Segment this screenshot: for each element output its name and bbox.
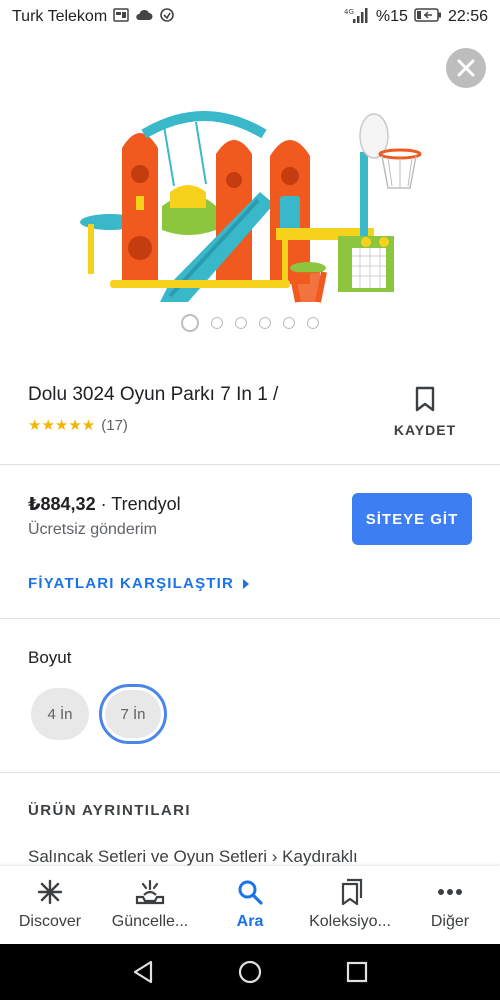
divider xyxy=(0,464,500,465)
nav-discover[interactable]: Discover xyxy=(0,866,100,944)
size-option-4[interactable]: 4 İn xyxy=(31,688,89,740)
image-carousel-dots[interactable] xyxy=(0,314,500,332)
product-rating[interactable]: ★★★★★ (17) xyxy=(28,416,128,435)
collections-icon xyxy=(337,878,363,906)
shipping-info: Ücretsiz gönderim xyxy=(28,521,157,538)
size-option-inner: 7 İn xyxy=(105,690,161,738)
carrier-name: Turk Telekom xyxy=(12,8,108,25)
divider xyxy=(0,618,500,619)
price-separator: · xyxy=(95,494,112,514)
recents-square-icon xyxy=(346,961,367,983)
close-button[interactable] xyxy=(446,48,486,88)
nav-updates[interactable]: Güncelle... xyxy=(100,866,200,944)
divider xyxy=(0,772,500,773)
clock: 22:56 xyxy=(447,8,488,25)
status-right: 4G %15 22:56 xyxy=(344,7,488,28)
sync-icon xyxy=(159,7,175,28)
product-details-heading: ÜRÜN AYRINTILARI xyxy=(28,802,191,819)
seller-name: Trendyol xyxy=(111,494,181,514)
battery-percent: %15 xyxy=(375,8,408,25)
home-circle-icon xyxy=(238,960,262,984)
recents-button[interactable] xyxy=(337,952,377,992)
nav-label: Ara xyxy=(236,913,264,930)
notification-icon xyxy=(113,7,129,27)
carousel-dot[interactable] xyxy=(259,317,271,329)
bookmark-icon xyxy=(415,386,435,412)
back-button[interactable] xyxy=(123,952,163,992)
back-triangle-icon xyxy=(134,960,153,984)
more-icon xyxy=(437,879,463,905)
nav-label: Diğer xyxy=(430,913,470,930)
cloud-icon xyxy=(135,8,153,26)
asterisk-icon xyxy=(37,879,63,905)
close-icon xyxy=(457,59,475,77)
carousel-dot[interactable] xyxy=(235,317,247,329)
size-option-7-selected[interactable]: 7 İn xyxy=(99,684,167,744)
caret-right-icon xyxy=(243,578,250,589)
product-image[interactable] xyxy=(70,96,430,316)
nav-label: Koleksiyo... xyxy=(309,913,391,930)
svg-text:4G: 4G xyxy=(344,8,354,16)
product-title: Dolu 3024 Oyun Parkı 7 In 1 / xyxy=(28,384,279,405)
carousel-dot[interactable] xyxy=(211,317,223,329)
size-option-label: 7 İn xyxy=(120,705,146,723)
nav-label: Discover xyxy=(18,913,82,930)
visit-site-button[interactable]: SİTEYE GİT xyxy=(352,493,472,545)
price-line: ₺884,32 · Trendyol xyxy=(28,494,181,515)
status-left: Turk Telekom xyxy=(12,7,175,28)
rating-stars: ★★★★★ xyxy=(28,417,96,434)
save-button[interactable]: KAYDET xyxy=(390,386,460,438)
carousel-dot[interactable] xyxy=(283,317,295,329)
home-button[interactable] xyxy=(230,952,270,992)
compare-prices-label: FİYATLARI KARŞILAŞTIR xyxy=(28,575,235,592)
save-label: KAYDET xyxy=(393,422,457,438)
search-icon xyxy=(237,879,263,905)
nav-search[interactable]: Ara xyxy=(200,866,300,944)
battery-icon xyxy=(414,7,442,27)
nav-label: Güncelle... xyxy=(111,913,189,930)
category-breadcrumb[interactable]: Salıncak Setleri ve Oyun Setleri › Kaydı… xyxy=(28,847,358,867)
price: ₺884,32 xyxy=(28,494,96,514)
carousel-dot[interactable] xyxy=(307,317,319,329)
playground-illustration xyxy=(80,111,422,303)
review-count: (17) xyxy=(101,416,128,434)
nav-more[interactable]: Diğer xyxy=(400,866,500,944)
system-navigation-bar xyxy=(0,944,500,1000)
status-bar: Turk Telekom 4G %15 22:56 xyxy=(0,0,500,34)
updates-icon xyxy=(135,879,165,905)
size-label: Boyut xyxy=(28,648,72,667)
signal-icon: 4G xyxy=(344,7,370,28)
nav-collections[interactable]: Koleksiyo... xyxy=(300,866,400,944)
carousel-dot[interactable] xyxy=(181,314,199,332)
compare-prices-link[interactable]: FİYATLARI KARŞILAŞTIR xyxy=(28,575,250,592)
bottom-navigation: Discover Güncelle... Ara Koleksiyo... Di… xyxy=(0,866,500,944)
size-option-label: 4 İn xyxy=(47,705,73,723)
